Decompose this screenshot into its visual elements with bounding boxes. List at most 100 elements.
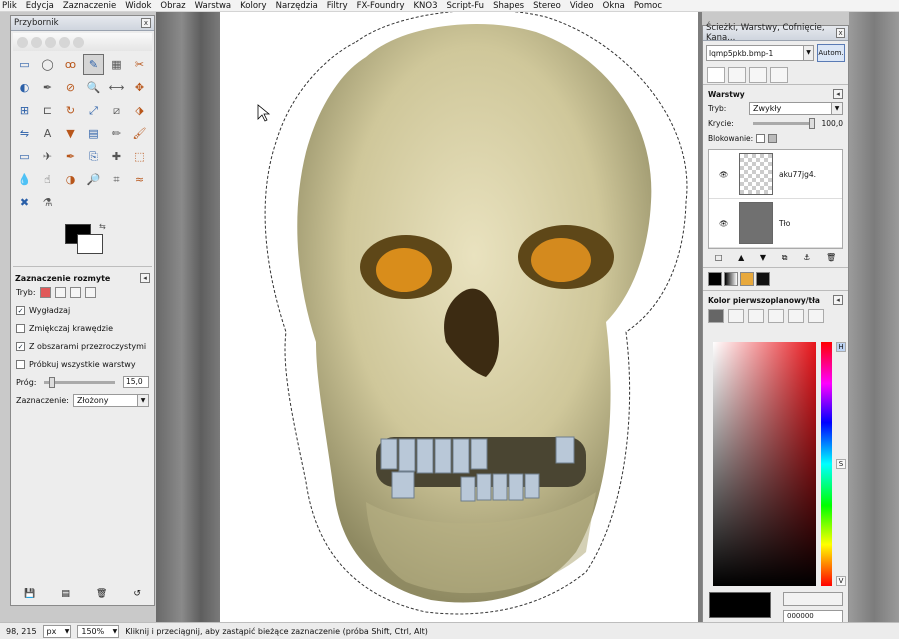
configure-icon[interactable]: ◂ bbox=[140, 273, 150, 283]
menu-item-16[interactable]: Pomoc bbox=[634, 0, 662, 11]
gimp-selector-icon[interactable] bbox=[708, 309, 724, 323]
tab-paths[interactable] bbox=[770, 66, 788, 83]
layer-row[interactable]: 👁 aku77jg4. bbox=[709, 150, 842, 199]
delete-layer-icon[interactable]: 🗑 bbox=[826, 253, 836, 263]
blur-icon[interactable]: 💧 bbox=[14, 169, 35, 190]
anchor-layer-icon[interactable]: ⚓ bbox=[803, 253, 810, 263]
visibility-eye-icon[interactable]: 👁 bbox=[719, 219, 733, 228]
script-icon[interactable]: ⚗ bbox=[37, 192, 58, 213]
text-icon[interactable]: A bbox=[37, 123, 58, 144]
scale-icon[interactable]: ⤢ bbox=[83, 100, 104, 121]
unit-dropdown[interactable]: px ▼ bbox=[42, 624, 72, 638]
antialias-checkbox[interactable]: ✓ bbox=[16, 305, 25, 315]
threshold-input[interactable]: 15,0 bbox=[123, 376, 149, 388]
select-by-dropdown[interactable]: Złożony ▼ bbox=[72, 393, 149, 407]
configure-icon[interactable]: ◂ bbox=[833, 295, 843, 305]
menu-item-15[interactable]: Okna bbox=[603, 0, 625, 11]
menu-item-7[interactable]: Narzędzia bbox=[276, 0, 318, 11]
cage-icon[interactable]: ⌗ bbox=[106, 169, 127, 190]
menu-item-5[interactable]: Warstwa bbox=[195, 0, 232, 11]
visibility-eye-icon[interactable]: 👁 bbox=[719, 170, 733, 179]
mode-subtract-button[interactable] bbox=[69, 286, 81, 298]
antialias-row[interactable]: ✓ Wygładzaj bbox=[11, 301, 154, 319]
menu-item-8[interactable]: Filtry bbox=[327, 0, 348, 11]
image-dropdown[interactable]: lqmp5pkb.bmp-1 ▼ bbox=[706, 45, 814, 61]
current-color-swatch[interactable] bbox=[709, 592, 771, 618]
color-picker-button[interactable] bbox=[783, 592, 843, 606]
save-options-icon[interactable]: 💾 bbox=[24, 589, 35, 599]
threshold-slider-handle[interactable] bbox=[48, 376, 55, 388]
threshold-slider[interactable] bbox=[44, 376, 115, 388]
perspective-clone-icon[interactable]: ⬚ bbox=[129, 146, 150, 167]
paths-icon[interactable]: ✒ bbox=[37, 77, 58, 98]
ellipse-select-icon[interactable]: ◯ bbox=[37, 54, 58, 75]
reset-options-icon[interactable]: ↺ bbox=[133, 589, 141, 599]
zoom-icon[interactable]: 🔍 bbox=[83, 77, 104, 98]
dodge-burn-icon[interactable]: ◑ bbox=[60, 169, 81, 190]
menu-item-14[interactable]: Video bbox=[570, 0, 594, 11]
background-color-swatch[interactable] bbox=[77, 234, 103, 254]
palette-selector-icon[interactable] bbox=[788, 309, 804, 323]
heal-icon[interactable]: ✚ bbox=[106, 146, 127, 167]
hsv-h-toggle[interactable]: H bbox=[836, 342, 846, 352]
pencil-icon[interactable]: ✏ bbox=[106, 123, 127, 144]
menu-item-1[interactable]: Edycja bbox=[26, 0, 54, 11]
tab-layers[interactable] bbox=[707, 66, 725, 83]
paintbrush-icon[interactable]: 🖌 bbox=[129, 123, 150, 144]
lock-alpha-icon[interactable] bbox=[768, 134, 778, 143]
menu-item-10[interactable]: KNO3 bbox=[413, 0, 437, 11]
feather-checkbox[interactable] bbox=[16, 323, 25, 333]
move-icon[interactable]: ✥ bbox=[129, 77, 150, 98]
clone-icon[interactable]: ⎘ bbox=[83, 146, 104, 167]
color-select-icon[interactable]: ▦ bbox=[106, 54, 127, 75]
new-layer-icon[interactable]: □ bbox=[715, 253, 723, 263]
cmyk-selector-icon[interactable] bbox=[728, 309, 744, 323]
crop-icon[interactable]: ⊏ bbox=[37, 100, 58, 121]
align-icon[interactable]: ⊞ bbox=[14, 100, 35, 121]
wheel-selector-icon[interactable] bbox=[768, 309, 784, 323]
auto-button[interactable]: Autom. bbox=[817, 44, 845, 62]
airbrush-icon[interactable]: ✈ bbox=[37, 146, 58, 167]
layer-mode-dropdown[interactable]: Zwykły ▼ bbox=[749, 102, 843, 115]
tab-patterns[interactable] bbox=[740, 272, 754, 286]
rotate-icon[interactable]: ↻ bbox=[60, 100, 81, 121]
zoom-dropdown[interactable]: 150% ▼ bbox=[77, 624, 120, 638]
layer-row[interactable]: 👁 Tło bbox=[709, 199, 842, 248]
raise-layer-icon[interactable]: ▲ bbox=[738, 253, 744, 263]
flip-icon[interactable]: ⇋ bbox=[14, 123, 35, 144]
swap-colors-icon[interactable]: ⇆ bbox=[99, 222, 106, 231]
restore-options-icon[interactable]: ▤ bbox=[61, 589, 70, 599]
configure-icon[interactable]: ◂ bbox=[833, 89, 843, 99]
star-icon[interactable]: ✖ bbox=[14, 192, 35, 213]
lower-layer-icon[interactable]: ▼ bbox=[760, 253, 766, 263]
menu-item-4[interactable]: Obraz bbox=[160, 0, 185, 11]
menu-item-0[interactable]: Plik bbox=[2, 0, 17, 11]
blend-icon[interactable]: ▤ bbox=[83, 123, 104, 144]
magnify-icon[interactable]: 🔎 bbox=[83, 169, 104, 190]
image-canvas[interactable] bbox=[156, 12, 702, 622]
menu-item-9[interactable]: FX-Foundry bbox=[357, 0, 405, 11]
lock-pixels-checkbox[interactable] bbox=[756, 134, 766, 143]
tab-brushes[interactable] bbox=[756, 272, 770, 286]
menu-item-12[interactable]: Shapes bbox=[493, 0, 524, 11]
menu-item-2[interactable]: Zaznaczenie bbox=[63, 0, 116, 11]
hsv-v-toggle[interactable]: V bbox=[836, 576, 846, 586]
opacity-value[interactable]: 100,0 bbox=[822, 119, 843, 128]
hsv-s-toggle[interactable]: S bbox=[836, 459, 846, 469]
menu-item-11[interactable]: Script-Fu bbox=[447, 0, 485, 11]
mode-add-button[interactable] bbox=[54, 286, 66, 298]
bucket-fill-icon[interactable]: ▼ bbox=[60, 123, 81, 144]
feather-row[interactable]: Zmiękczaj krawędzie bbox=[11, 319, 154, 337]
menu-item-6[interactable]: Kolory bbox=[240, 0, 266, 11]
menu-item-3[interactable]: Widok bbox=[125, 0, 151, 11]
watercolor-selector-icon[interactable] bbox=[748, 309, 764, 323]
mode-intersect-button[interactable] bbox=[84, 286, 96, 298]
foreground-select-icon[interactable]: ◐ bbox=[14, 77, 35, 98]
perspective-icon[interactable]: ⬗ bbox=[129, 100, 150, 121]
ink-icon[interactable]: ✒ bbox=[60, 146, 81, 167]
eraser-icon[interactable]: ▭ bbox=[14, 146, 35, 167]
duplicate-layer-icon[interactable]: ⧉ bbox=[782, 253, 788, 263]
scale-selector-icon[interactable] bbox=[808, 309, 824, 323]
color-picker-icon[interactable]: ⊘ bbox=[60, 77, 81, 98]
transparent-checkbox[interactable]: ✓ bbox=[16, 341, 25, 351]
